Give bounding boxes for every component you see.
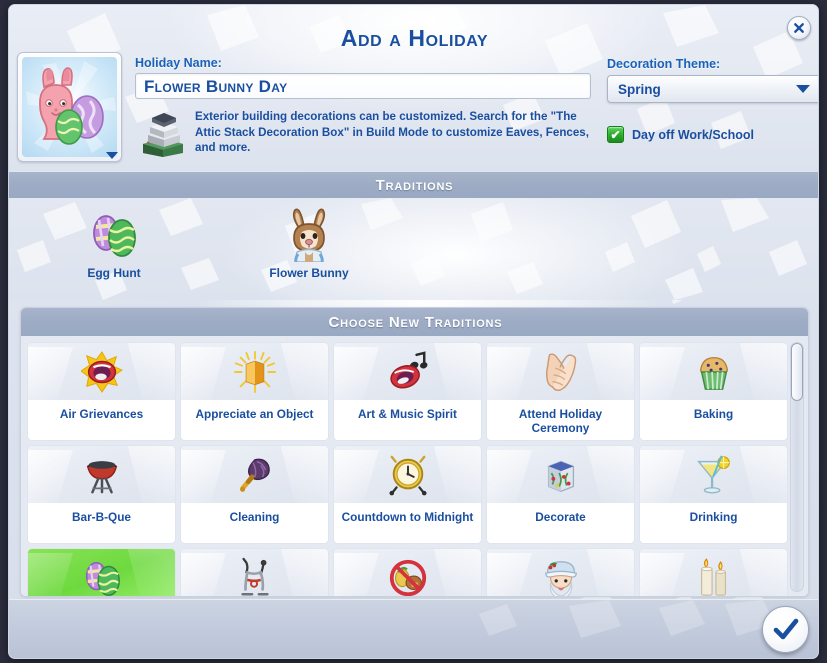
dialog-footer [9, 599, 818, 658]
tradition-cell-label: Bar-B-Que [28, 503, 175, 543]
tradition-label: Flower Bunny [269, 266, 349, 280]
checkmark-icon [773, 618, 798, 639]
holding-hands-icon [539, 350, 583, 394]
close-icon [794, 23, 804, 33]
decoration-theme-value: Spring [618, 81, 661, 97]
tradition-label: Egg Hunt [87, 266, 141, 280]
attic-stack-decoration-box-icon [140, 108, 186, 157]
holiday-icon-preview [22, 57, 117, 157]
cell-icon-area [334, 446, 481, 503]
decoration-info-text: Exterior building decorations can be cus… [195, 110, 589, 154]
tradition-cell[interactable]: Art & Music Spirit [333, 342, 482, 441]
flower-bunny-icon [281, 206, 337, 262]
cell-icon-area [28, 343, 175, 400]
tradition-cell[interactable]: Fasting [333, 548, 482, 597]
tradition-cell[interactable]: Decorate [486, 445, 635, 544]
chevron-down-icon [106, 152, 118, 159]
tradition-cell-label: Decorate [487, 503, 634, 543]
exercise-bike-icon [233, 556, 277, 597]
candles-icon [692, 556, 736, 597]
cell-icon-area [28, 549, 175, 597]
tradition-cell[interactable]: Exercise [180, 548, 329, 597]
traditions-scrollbar-thumb[interactable] [791, 343, 803, 401]
tradition-cell[interactable]: Attend Holiday Ceremony [486, 342, 635, 441]
tradition-cell[interactable]: Drinking [639, 445, 788, 544]
tradition-cell[interactable]: Bar-B-Que [27, 445, 176, 544]
add-holiday-dialog: Add a Holiday Holiday Name: Flower Bunny… [8, 4, 819, 659]
decoration-info: Exterior building decorations can be cus… [140, 108, 600, 157]
cell-icon-area [487, 549, 634, 596]
cell-icon-area [640, 343, 787, 400]
tradition-cell[interactable]: Air Grievances [27, 342, 176, 441]
traditions-grid: Air Grievances Appreciate an Object Art … [27, 342, 792, 597]
shouting-mouth-icon [80, 350, 124, 394]
tradition-item[interactable]: Flower Bunny [260, 206, 358, 280]
no-food-icon [386, 556, 430, 597]
traditions-scrollbar[interactable] [790, 342, 804, 592]
father-winter-icon [539, 556, 583, 596]
tradition-cell-label: Appreciate an Object [181, 400, 328, 440]
cell-icon-area [334, 343, 481, 400]
checkmark-icon: ✔ [610, 127, 621, 142]
cocktail-glass-icon [692, 453, 736, 497]
choose-new-traditions-header: Choose New Traditions [21, 308, 808, 336]
day-off-label: Day off Work/School [632, 127, 755, 142]
tradition-cell-label: Drinking [640, 503, 787, 543]
traditions-grid-area: Air Grievances Appreciate an Object Art … [21, 336, 808, 597]
cell-icon-area [487, 446, 634, 503]
decoration-theme-select[interactable]: Spring [607, 75, 818, 103]
day-off-checkbox[interactable]: ✔ [607, 126, 624, 143]
cell-icon-area [640, 549, 787, 597]
clock-icon [386, 453, 430, 497]
day-off-checkbox-row[interactable]: ✔ Day off Work/School [607, 126, 754, 143]
cell-icon-area [181, 549, 328, 597]
dialog-header: Add a Holiday Holiday Name: Flower Bunny… [9, 5, 818, 171]
holiday-name-input[interactable] [135, 73, 591, 99]
footer-pattern [479, 600, 775, 638]
muffin-icon [692, 350, 736, 394]
grill-icon [80, 453, 124, 497]
tradition-cell[interactable]: Appreciate an Object [180, 342, 329, 441]
bunny-with-eggs-icon [26, 61, 116, 153]
cell-icon-area [181, 446, 328, 503]
tradition-cell-label: Art & Music Spirit [334, 400, 481, 440]
cell-icon-area [28, 446, 175, 503]
traditions-section-header: Traditions [9, 172, 818, 198]
traditions-list: Egg Hunt Flower Bunny [65, 206, 358, 280]
tradition-cell-label: Baking [640, 400, 787, 440]
tradition-cell[interactable]: Cleaning [180, 445, 329, 544]
current-traditions-strip: Egg Hunt Flower Bunny [9, 198, 818, 300]
singing-mouth-note-icon [386, 350, 430, 394]
tradition-cell[interactable]: Egg Hunt [27, 548, 176, 597]
tradition-cell-label: Cleaning [181, 503, 328, 543]
chevron-down-icon [796, 85, 810, 93]
tradition-cell[interactable]: Baking [639, 342, 788, 441]
easter-eggs-icon [80, 556, 124, 597]
page-title: Add a Holiday [340, 25, 489, 51]
tradition-cell[interactable]: Light Candles [639, 548, 788, 597]
cell-icon-area [640, 446, 787, 503]
close-button[interactable] [787, 16, 811, 40]
cell-icon-area [181, 343, 328, 400]
confirm-button[interactable] [762, 606, 809, 653]
tradition-item[interactable]: Egg Hunt [65, 206, 163, 280]
tradition-cell-label: Air Grievances [28, 400, 175, 440]
choose-new-traditions-panel: Choose New Traditions Air Grievances App… [20, 307, 809, 597]
holiday-name-label: Holiday Name: [135, 56, 222, 70]
cell-icon-area [487, 343, 634, 400]
easter-eggs-icon [86, 206, 142, 262]
feather-duster-icon [233, 453, 277, 497]
glowing-object-icon [233, 350, 277, 394]
tradition-cell[interactable]: Countdown to Midnight [333, 445, 482, 544]
cell-icon-area [334, 549, 481, 597]
decoration-box-icon [539, 453, 583, 497]
tradition-cell-label: Countdown to Midnight [334, 503, 481, 543]
tradition-cell[interactable]: Father Winter [486, 548, 635, 596]
decoration-theme-label: Decoration Theme: [607, 57, 721, 71]
holiday-icon-picker[interactable] [17, 52, 122, 162]
tradition-cell-label: Attend Holiday Ceremony [487, 400, 634, 440]
